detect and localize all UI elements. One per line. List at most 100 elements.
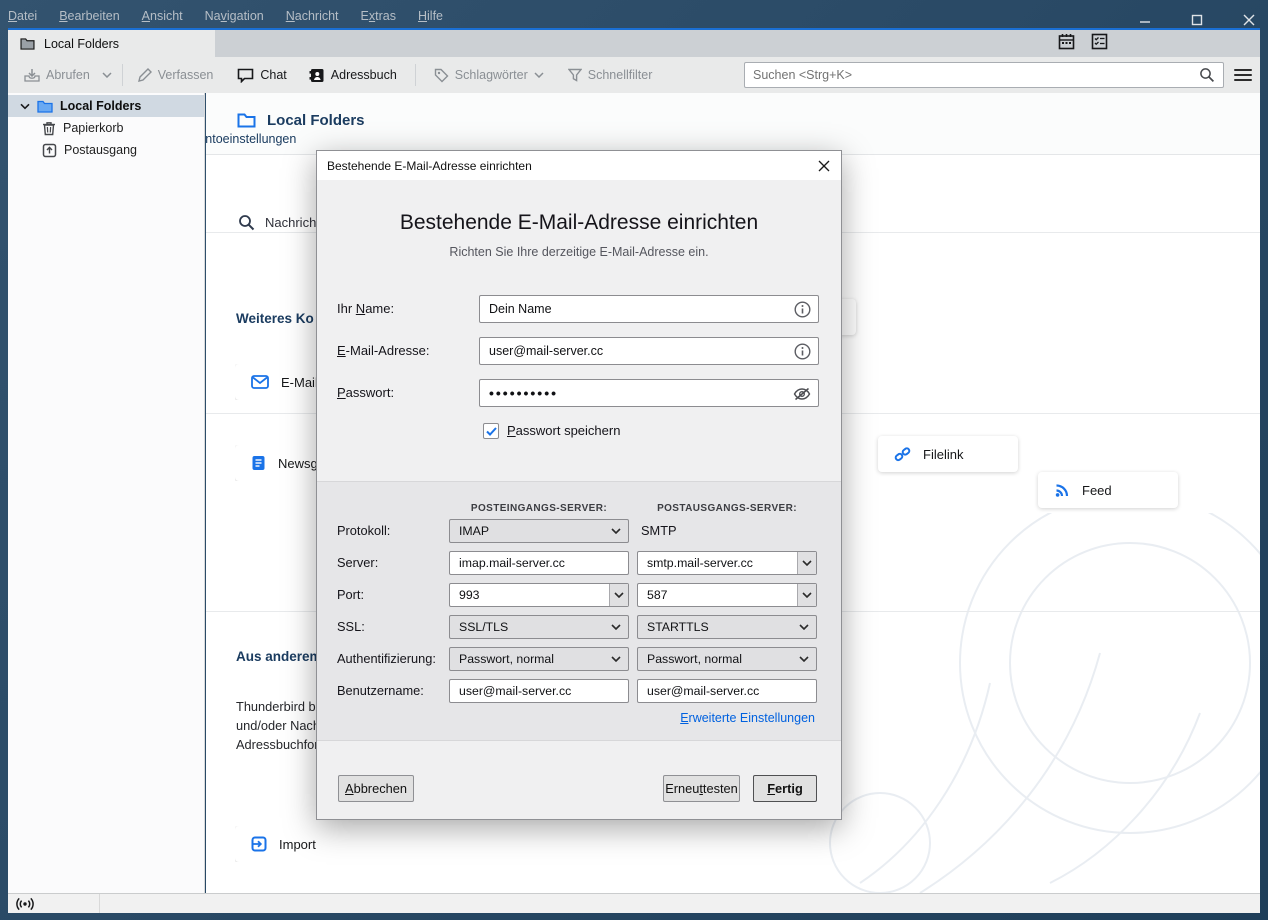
info-icon <box>794 301 811 318</box>
get-mail-dropdown[interactable] <box>98 67 116 83</box>
envelope-icon <box>251 375 269 389</box>
minimize-icon[interactable] <box>1136 12 1154 28</box>
folder-icon <box>37 100 53 113</box>
chevron-down-icon <box>534 72 544 78</box>
newsgroup-button[interactable]: Newsg <box>235 445 316 481</box>
email-account-button[interactable]: E-Mail <box>235 364 316 400</box>
chevron-down-icon[interactable] <box>20 103 30 110</box>
search-icon <box>238 214 255 231</box>
search-input[interactable]: Suchen <Strg+K> <box>744 62 1224 88</box>
get-mail-button[interactable]: Abrufen <box>16 63 98 88</box>
search-placeholder: Suchen <Strg+K> <box>753 68 853 82</box>
remember-password-label[interactable]: Passwort speichern <box>507 417 620 445</box>
menu-datei[interactable]: Datei <box>8 9 37 23</box>
account-setup-dialog: Bestehende E-Mail-Adresse einrichten Bes… <box>316 150 842 820</box>
outgoing-port-combo[interactable]: 587 <box>637 583 817 607</box>
sidebar-item-label: Papierkorb <box>63 121 124 135</box>
incoming-server-input[interactable]: imap.mail-server.cc <box>449 551 629 575</box>
close-icon[interactable] <box>1240 12 1258 28</box>
incoming-auth-select[interactable]: Passwort, normal <box>449 647 629 671</box>
auth-label: Authentifizierung: <box>337 651 436 666</box>
newsgroup-icon <box>251 455 266 471</box>
incoming-server-header: POSTEINGANGS-SERVER: <box>470 503 608 514</box>
rss-icon <box>1054 482 1070 498</box>
status-icon-box[interactable] <box>8 894 100 913</box>
outgoing-auth-select[interactable]: Passwort, normal <box>637 647 817 671</box>
newsgroup-button-clip: Newsg <box>235 445 316 481</box>
chevron-down-icon[interactable] <box>797 584 816 606</box>
import-icon <box>251 836 267 852</box>
funnel-icon <box>567 68 582 82</box>
outgoing-username-input[interactable]: user@mail-server.cc <box>637 679 817 703</box>
incoming-port-combo[interactable]: 993 <box>449 583 629 607</box>
menu-extras[interactable]: Extras <box>361 9 396 23</box>
maximize-icon[interactable] <box>1188 12 1206 28</box>
account-settings-button[interactable]: Kontoeinstellungen <box>206 131 1220 147</box>
toolbar-separator <box>121 64 123 86</box>
feed-button[interactable]: Feed <box>1038 472 1178 508</box>
import-heading: Aus anderem <box>236 649 316 664</box>
chevron-down-icon <box>611 624 621 630</box>
address-book-icon <box>309 68 325 83</box>
tab-local-folders[interactable]: Local Folders <box>8 30 215 57</box>
app-menu-icon[interactable] <box>1232 65 1254 85</box>
chevron-down-icon[interactable] <box>609 584 628 606</box>
password-input[interactable]: •••••••••• <box>479 379 819 407</box>
name-input[interactable]: Dein Name <box>479 295 819 323</box>
incoming-ssl-select[interactable]: SSL/TLS <box>449 615 629 639</box>
trash-icon <box>42 121 56 136</box>
outgoing-server-header: POSTAUSGANGS-SERVER: <box>657 503 797 514</box>
toolbar-separator <box>414 64 416 86</box>
tab-label: Local Folders <box>44 36 120 51</box>
incoming-username-input[interactable]: user@mail-server.cc <box>449 679 629 703</box>
chat-button[interactable]: Chat <box>229 63 294 88</box>
outgoing-server-combo[interactable]: smtp.mail-server.cc <box>637 551 817 575</box>
menu-ansicht[interactable]: Ansicht <box>142 9 183 23</box>
chevron-down-icon <box>611 656 621 662</box>
remember-password-checkbox[interactable] <box>483 423 499 439</box>
server-label: Server: <box>337 555 379 570</box>
sidebar-item-postausgang[interactable]: Postausgang <box>8 139 204 161</box>
filelink-button[interactable]: Filelink <box>878 436 1018 472</box>
tags-button[interactable]: Schlagwörter <box>426 63 552 88</box>
menu-hilfe[interactable]: Hilfe <box>418 9 443 23</box>
dialog-close-icon[interactable] <box>811 154 837 177</box>
email-input[interactable]: user@mail-server.cc <box>479 337 819 365</box>
chat-icon <box>237 68 254 83</box>
tray-icons <box>1058 33 1108 50</box>
sidebar-item-local-folders[interactable]: Local Folders <box>8 95 204 117</box>
tag-icon <box>434 68 449 83</box>
menu-navigation[interactable]: Navigation <box>205 9 264 23</box>
main-toolbar: Abrufen Verfassen Chat Adressbuch Schlag… <box>8 57 1260 93</box>
dialog-subheading: Richten Sie Ihre derzeitige E-Mail-Adres… <box>449 245 709 259</box>
menu-bearbeiten[interactable]: Bearbeiten <box>59 9 119 23</box>
outgoing-ssl-select[interactable]: STARTTLS <box>637 615 817 639</box>
import-button[interactable]: Import <box>235 826 316 862</box>
protocol-label: Protokoll: <box>337 523 391 538</box>
cancel-button[interactable]: Abbrechen <box>338 775 414 802</box>
advanced-settings-link[interactable]: Erweiterte Einstellungen <box>680 711 815 725</box>
sidebar-item-papierkorb[interactable]: Papierkorb <box>8 117 204 139</box>
quick-filter-button[interactable]: Schnellfilter <box>560 63 661 87</box>
done-button[interactable]: Fertig <box>753 775 817 802</box>
get-mail-icon <box>24 68 40 83</box>
sidebar-item-label: Local Folders <box>60 99 142 113</box>
name-label: Ihr Name: <box>337 301 395 316</box>
email-account-button-clip: E-Mail <box>235 364 316 400</box>
pencil-icon <box>137 67 152 83</box>
tasks-icon[interactable] <box>1091 33 1108 50</box>
retest-button[interactable]: Erneu t testen <box>663 775 740 802</box>
search-icon <box>1199 67 1215 83</box>
eye-slash-icon[interactable] <box>793 387 811 401</box>
incoming-protocol-select[interactable]: IMAP <box>449 519 629 543</box>
chevron-down-icon[interactable] <box>797 552 816 574</box>
menu-nachricht[interactable]: Nachricht <box>286 9 339 23</box>
compose-button[interactable]: Verfassen <box>129 63 222 88</box>
thunderbird-watermark <box>829 513 1260 893</box>
address-book-button[interactable]: Adressbuch <box>301 63 405 88</box>
calendar-icon[interactable] <box>1058 33 1075 50</box>
folder-icon <box>20 37 35 50</box>
import-paragraph: Thunderbird bi und/oder Nach Adressbuchf… <box>236 699 316 752</box>
menu-bar: Datei Bearbeiten Ansicht Navigation Nach… <box>8 4 443 28</box>
info-icon <box>794 343 811 360</box>
